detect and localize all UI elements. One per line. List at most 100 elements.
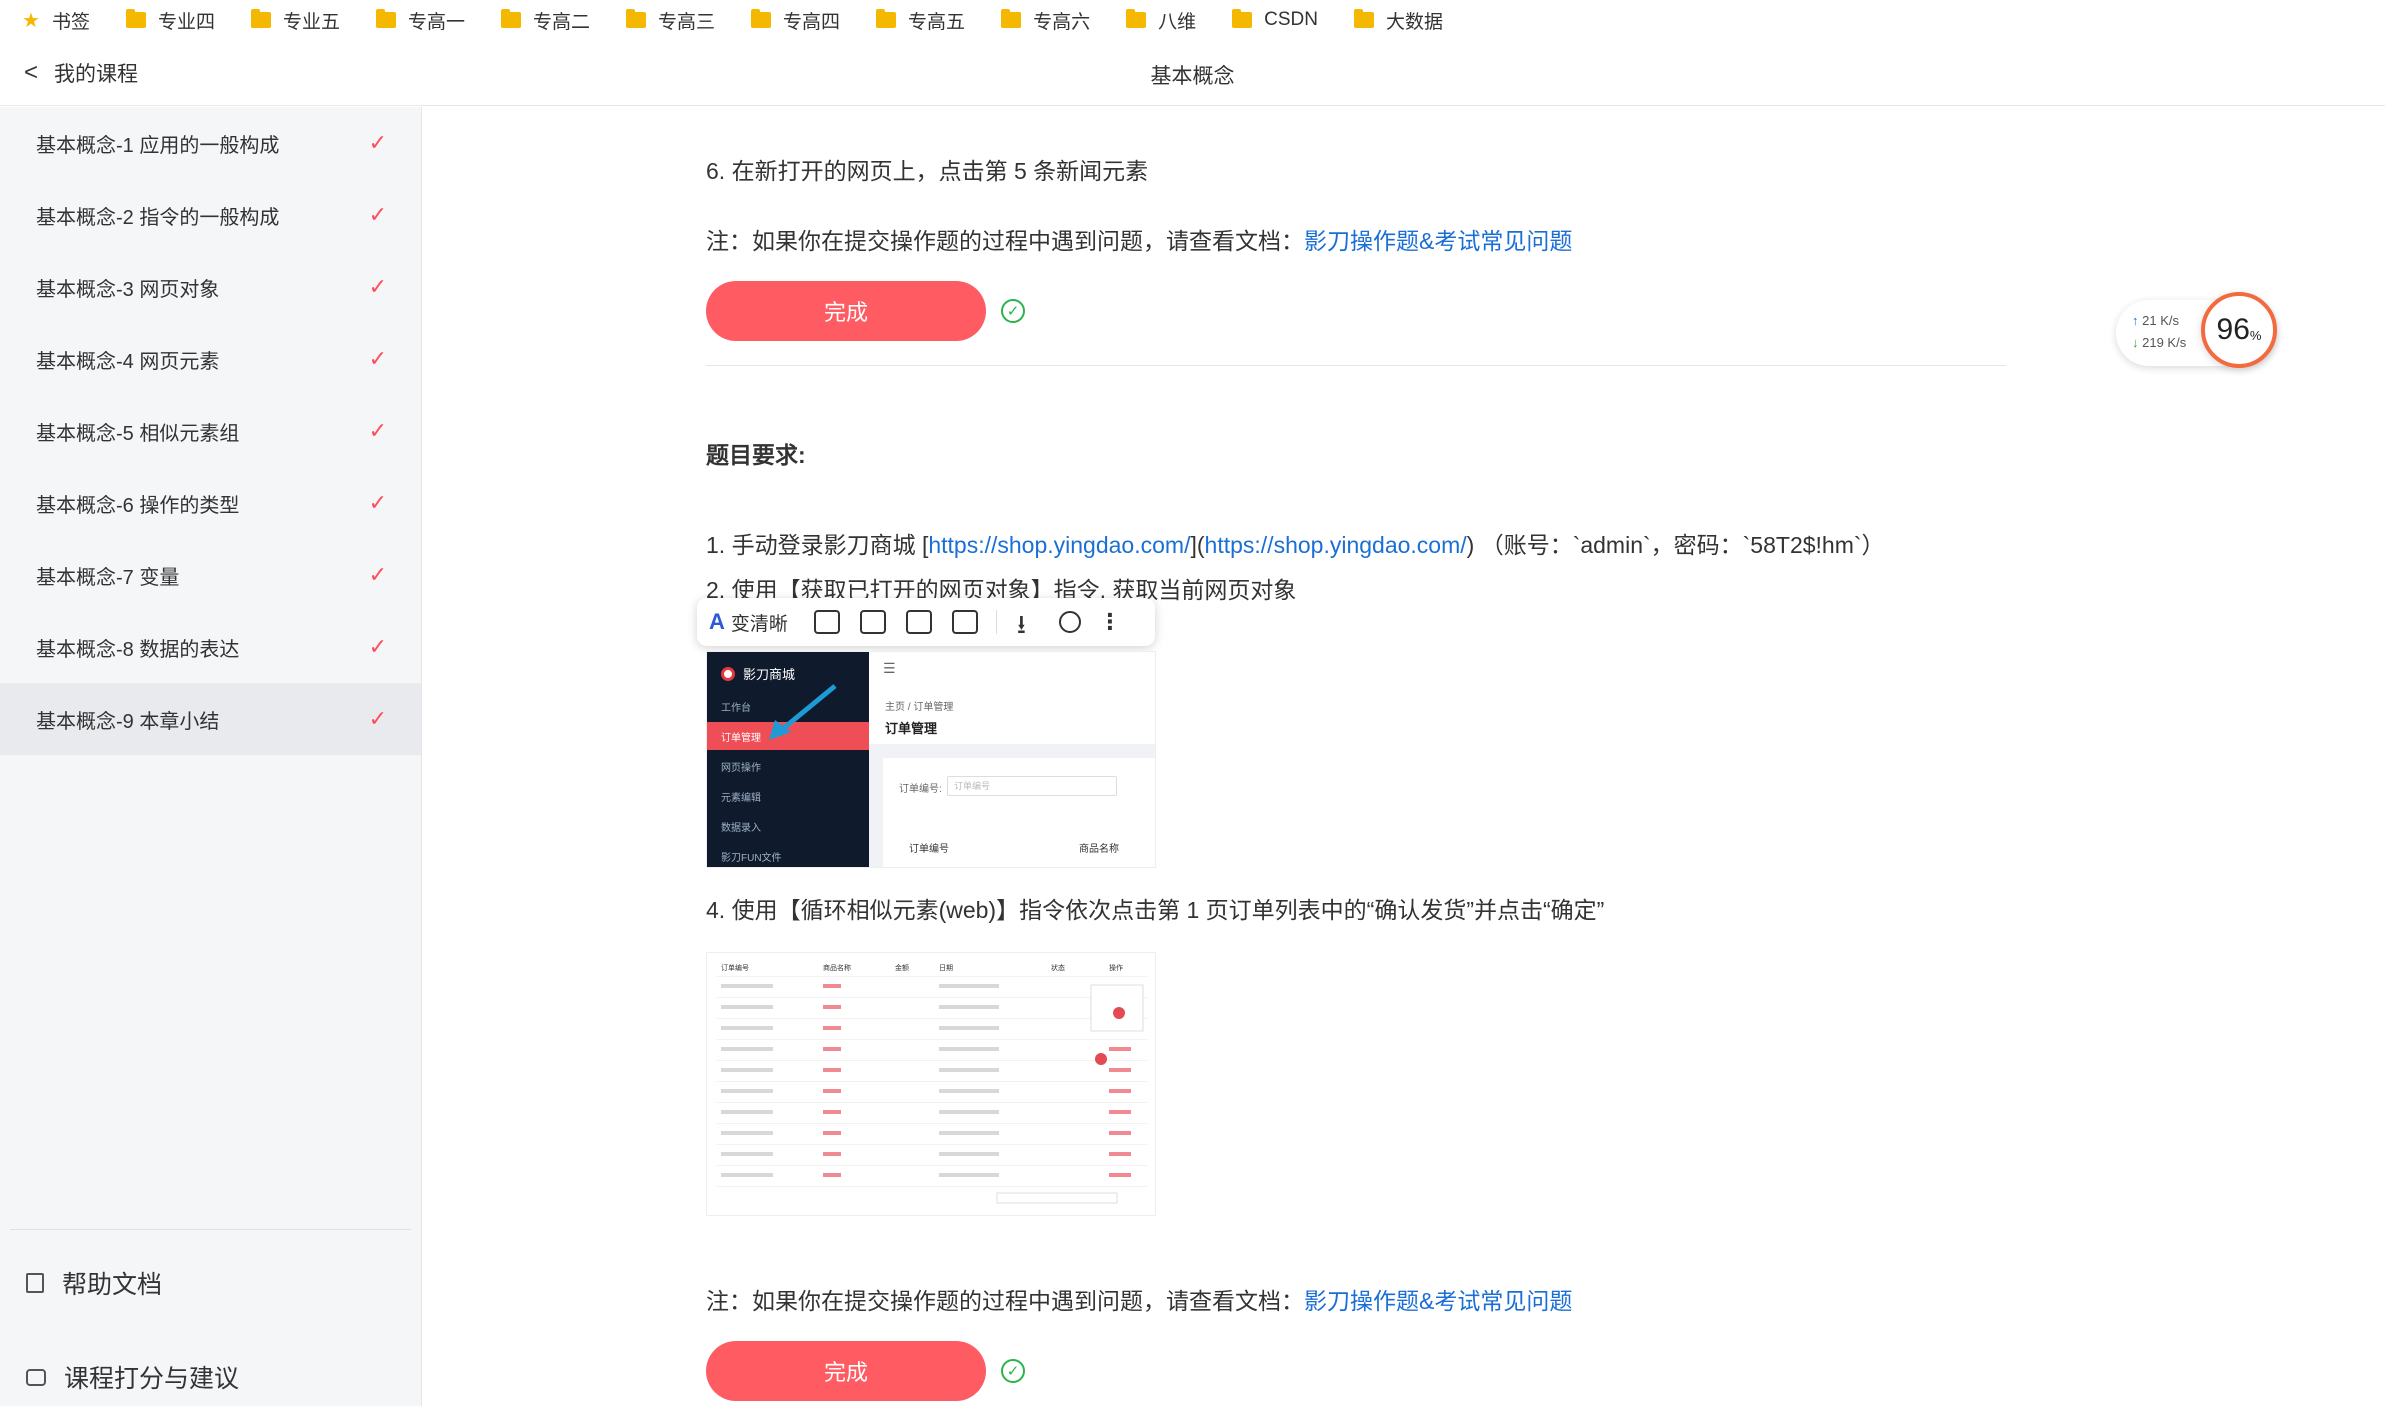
- sidebar-item[interactable]: 基本概念-4 网页元素 ✓: [0, 323, 421, 395]
- print-icon[interactable]: [905, 610, 932, 634]
- bookmark-label: 专高五: [908, 11, 966, 33]
- bookmark-label: 专高一: [407, 11, 465, 33]
- edit-image-icon[interactable]: [951, 610, 978, 634]
- gauge-value: 96: [2216, 313, 2250, 346]
- ai-enhance-icon[interactable]: A: [709, 609, 725, 635]
- complete-button[interactable]: 完成: [706, 1341, 986, 1401]
- sidebar-item-label: 基本概念-4 网页元素: [36, 350, 220, 373]
- bookmark-folder[interactable]: 专高五: [876, 7, 965, 34]
- visual-search-icon[interactable]: [1058, 611, 1081, 633]
- bookmark-label: 专高六: [1033, 11, 1091, 33]
- ocr-icon[interactable]: [813, 610, 840, 634]
- step1-suffix: ) （账号：`admin`，密码：`58T2$!hm`）: [1466, 532, 1885, 558]
- help-docs-link[interactable]: 帮助文档: [26, 1265, 162, 1301]
- download-speed-value: 219 K/s: [2142, 335, 2187, 350]
- folder-icon: [1353, 9, 1374, 28]
- bookmark-label: 专业五: [282, 11, 340, 33]
- bookmark-label: 专高三: [658, 11, 716, 33]
- faq-link[interactable]: 影刀操作题&考试常见问题: [1304, 228, 1572, 254]
- note-text-2: 注：如果你在提交操作题的过程中遇到问题，请查看文档：影刀操作题&考试常见问题: [706, 1282, 1572, 1316]
- download-icon[interactable]: [1015, 606, 1039, 650]
- check-icon: ✓: [368, 562, 387, 587]
- note-prefix: 注：如果你在提交操作题的过程中遇到问题，请查看文档：: [706, 1288, 1304, 1314]
- step-1-text: 1. 手动登录影刀商城 [https://shop.yingdao.com/](…: [706, 526, 1885, 560]
- bookmark-label: 专业四: [157, 11, 215, 33]
- sidebar-item[interactable]: 基本概念-5 相似元素组 ✓: [0, 395, 421, 467]
- shop-link-1[interactable]: https://shop.yingdao.com/: [928, 532, 1190, 558]
- check-icon: ✓: [368, 490, 387, 515]
- bookmark-folder[interactable]: 专高六: [1001, 7, 1090, 34]
- screenshot-order-list: 订单编号 商品名称 金额 日期 状态 操作: [706, 952, 1156, 1216]
- admin-menu-item: 数据录入: [721, 822, 761, 834]
- bookmark-folder[interactable]: 八维: [1126, 7, 1196, 34]
- admin-col-header: 商品名称: [1079, 844, 1119, 855]
- comment-icon: [26, 1368, 46, 1386]
- step1-mid: ](: [1190, 532, 1205, 558]
- success-check-icon: ✓: [1001, 1359, 1025, 1383]
- admin-menu-item: 影刀FUN文件: [721, 852, 782, 864]
- image-toolbar: A 变清晰 ⋮: [697, 598, 1155, 650]
- check-icon: ✓: [368, 418, 387, 443]
- shop-link-2[interactable]: https://shop.yingdao.com/: [1205, 532, 1467, 558]
- sidebar-item-label: 基本概念-6 操作的类型: [36, 494, 240, 517]
- bookmark-folder[interactable]: 专高一: [375, 7, 465, 34]
- sidebar-item-label: 基本概念-3 网页对象: [36, 278, 220, 301]
- bookmark-folder[interactable]: 大数据: [1353, 7, 1443, 34]
- more-options-icon[interactable]: ⋮: [1099, 609, 1121, 635]
- sidebar-item[interactable]: 基本概念-1 应用的一般构成 ✓: [0, 107, 421, 179]
- enhance-button[interactable]: 变清晰: [731, 609, 788, 636]
- sidebar-item[interactable]: 基本概念-2 指令的一般构成 ✓: [0, 179, 421, 251]
- folder-icon: [1232, 9, 1253, 28]
- bookmark-folder[interactable]: 专高四: [751, 7, 840, 34]
- faq-link[interactable]: 影刀操作题&考试常见问题: [1304, 1288, 1572, 1314]
- bookmarks-bar: ★ 书签 专业四 专业五 专高一 专高二 专高三 专高四 专高五 专高六 八维 C…: [0, 0, 2385, 40]
- bookmark-label: 专高二: [533, 11, 591, 33]
- bookmark-bookmarks[interactable]: ★ 书签: [22, 7, 90, 34]
- sidebar-item[interactable]: 基本概念-6 操作的类型 ✓: [0, 467, 421, 539]
- check-icon: ✓: [368, 130, 387, 155]
- sidebar-item-label: 基本概念-5 相似元素组: [36, 422, 240, 445]
- folder-icon: [250, 9, 271, 28]
- sidebar-item-active[interactable]: 基本概念-9 本章小结 ✓: [0, 683, 421, 755]
- folder-icon: [1126, 9, 1147, 28]
- admin-order-input: 订单编号: [947, 776, 1117, 796]
- hamburger-icon: ☰: [883, 660, 896, 676]
- gauge-unit: %: [2249, 327, 2262, 343]
- memory-gauge[interactable]: 96%: [2201, 292, 2277, 368]
- requirements-heading: 题目要求:: [706, 442, 806, 468]
- toolbar-separator: [995, 610, 997, 634]
- cut-off-line: [706, 88, 1306, 108]
- sidebar-item[interactable]: 基本概念-3 网页对象 ✓: [0, 251, 421, 323]
- folder-icon: [375, 9, 396, 28]
- bookmark-folder[interactable]: 专高二: [501, 7, 590, 34]
- help-docs-label: 帮助文档: [62, 1271, 163, 1299]
- admin-menu-item: 网页操作: [721, 762, 761, 774]
- bookmark-label: CSDN: [1264, 9, 1318, 30]
- admin-breadcrumb: 主页 / 订单管理: [885, 702, 954, 713]
- sidebar-item[interactable]: 基本概念-7 变量 ✓: [0, 539, 421, 611]
- folder-icon: [1001, 9, 1022, 28]
- page-title: 基本概念: [1150, 65, 1235, 88]
- feedback-link[interactable]: 课程打分与建议: [26, 1359, 239, 1395]
- check-icon: ✓: [368, 706, 387, 731]
- note-prefix: 注：如果你在提交操作题的过程中遇到问题，请查看文档：: [706, 228, 1304, 254]
- bookmark-label: 八维: [1158, 11, 1197, 33]
- folder-icon: [125, 9, 146, 28]
- order-table-marks: [721, 984, 1144, 1204]
- document-search-icon: [26, 1273, 44, 1293]
- bookmark-folder[interactable]: CSDN: [1232, 9, 1318, 31]
- image-search-icon[interactable]: [859, 610, 886, 634]
- sidebar-item[interactable]: 基本概念-8 数据的表达 ✓: [0, 611, 421, 683]
- bookmark-folder[interactable]: 专业五: [250, 7, 340, 34]
- complete-button[interactable]: 完成: [706, 281, 986, 341]
- bookmark-label: 专高四: [783, 11, 841, 33]
- arrow-down-icon: ↓: [2132, 335, 2139, 350]
- bookmark-folder[interactable]: 专高三: [626, 7, 715, 34]
- star-icon: ★: [22, 9, 40, 32]
- admin-field-label: 订单编号:: [899, 784, 942, 795]
- success-check-icon: ✓: [1001, 299, 1025, 323]
- bookmark-folder[interactable]: 专业四: [125, 7, 215, 34]
- upload-speed: ↑ 21 K/s: [2132, 313, 2179, 328]
- sidebar-item-label: 基本概念-8 数据的表达: [36, 638, 240, 661]
- sidebar: 基本概念-1 应用的一般构成 ✓ 基本概念-2 指令的一般构成 ✓ 基本概念-3 网…: [0, 107, 422, 1406]
